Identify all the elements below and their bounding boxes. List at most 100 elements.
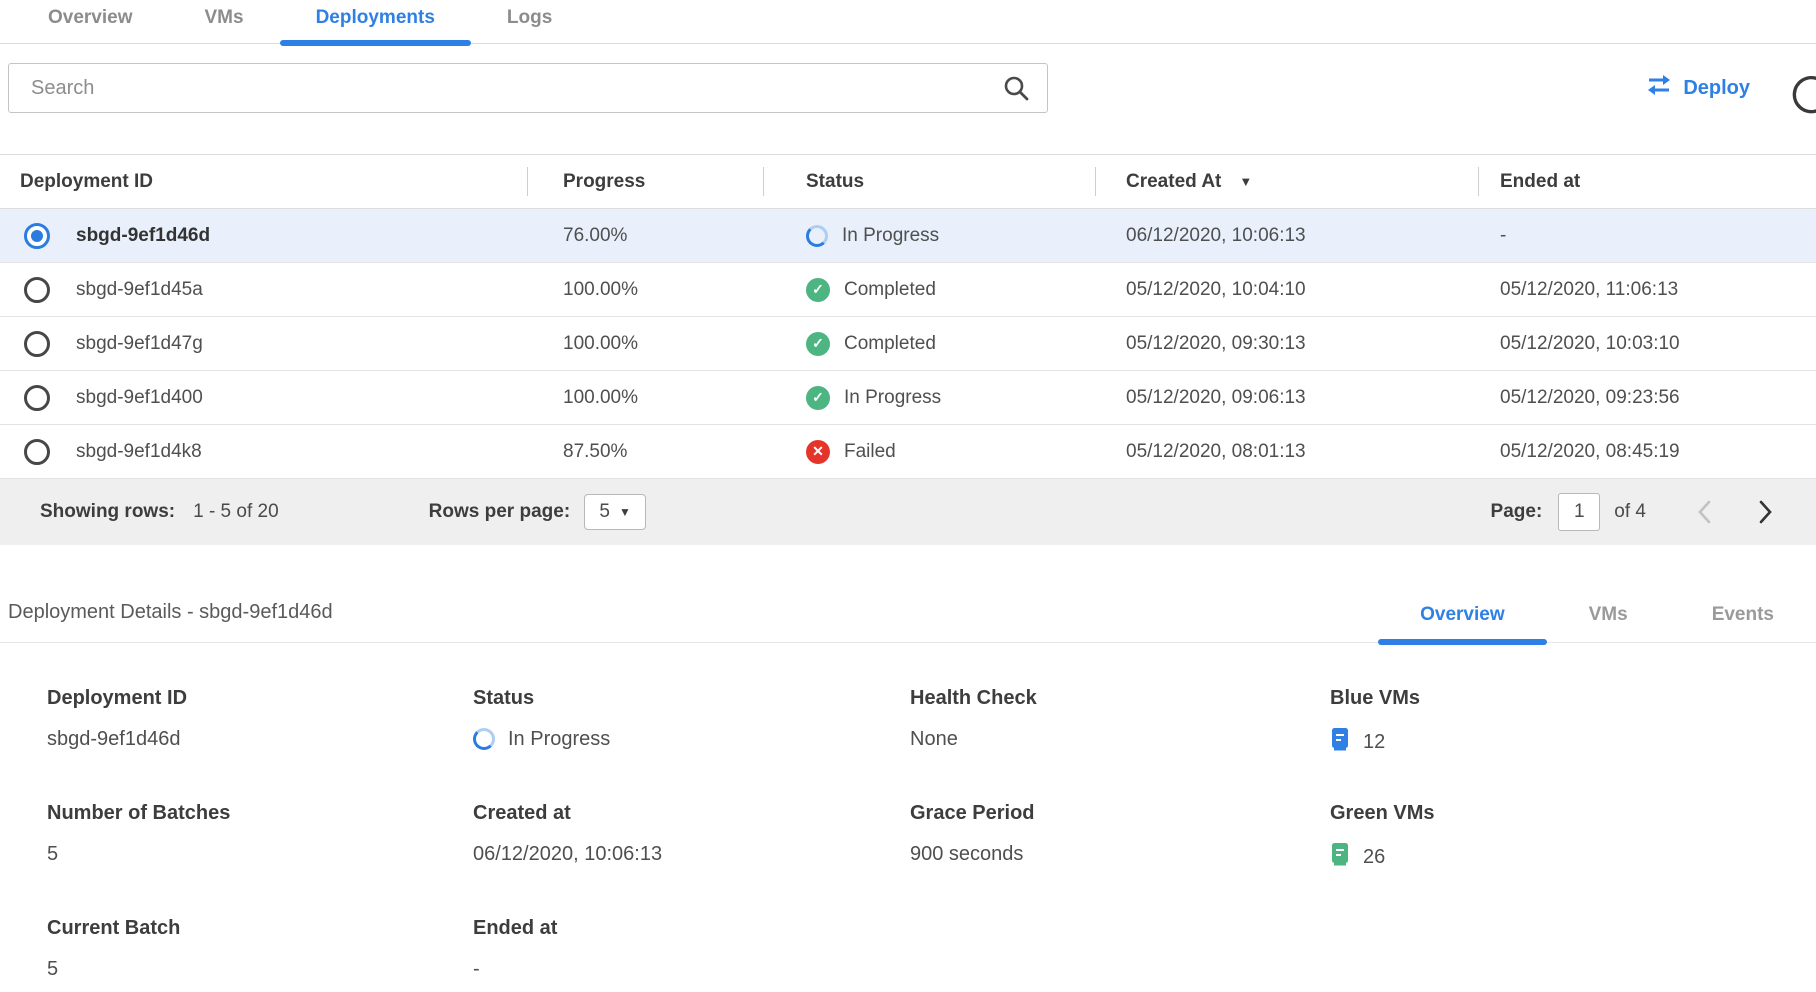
field-value: 26 — [1363, 846, 1385, 869]
progress-cell: 100.00% — [527, 279, 763, 301]
field-label: Current Batch — [47, 917, 473, 940]
next-page-icon[interactable] — [1746, 492, 1786, 532]
field-status: Status In Progress — [473, 687, 910, 758]
col-ended-at[interactable]: Ended at — [1500, 171, 1580, 193]
blue-vm-icon — [1330, 726, 1350, 758]
field-blue-vms: Blue VMs 12 — [1330, 687, 1816, 758]
page-number-input[interactable] — [1558, 493, 1600, 531]
field-value: 12 — [1363, 731, 1385, 754]
row-radio[interactable] — [24, 439, 50, 465]
progress-cell: 76.00% — [527, 225, 763, 247]
ended-at-cell: 05/12/2020, 08:45:19 — [1478, 441, 1816, 463]
row-radio[interactable] — [24, 331, 50, 357]
deploy-button[interactable]: Deploy — [1645, 74, 1750, 102]
field-created-at: Created at 06/12/2020, 10:06:13 — [473, 802, 910, 873]
field-health-check: Health Check None — [910, 687, 1330, 758]
details-grid: Deployment ID sbgd-9ef1d46d Status In Pr… — [47, 687, 1816, 982]
table-row[interactable]: sbgd-9ef1d400 100.00% ✓In Progress 05/12… — [0, 371, 1816, 425]
status-cell: Failed — [844, 441, 896, 463]
table-footer: Showing rows: 1 - 5 of 20 Rows per page:… — [0, 479, 1816, 545]
progress-cell: 100.00% — [527, 333, 763, 355]
status-cell: Completed — [844, 279, 936, 301]
table-header-row: Deployment ID Progress Status Created At… — [0, 155, 1816, 209]
details-header: Deployment Details - sbgd-9ef1d46d Overv… — [0, 601, 1816, 643]
field-value: 06/12/2020, 10:06:13 — [473, 841, 910, 867]
in-progress-spinner-icon — [473, 728, 495, 750]
field-value: 5 — [47, 956, 473, 982]
col-deployment-id[interactable]: Deployment ID — [20, 171, 153, 193]
rows-per-page-select[interactable]: 5 ▼ — [584, 494, 646, 530]
tab-logs[interactable]: Logs — [471, 0, 588, 43]
field-value: 900 seconds — [910, 841, 1330, 867]
completed-check-icon: ✓ — [806, 278, 830, 302]
toolbar: Deploy — [8, 62, 1816, 114]
ended-at-cell: 05/12/2020, 09:23:56 — [1478, 387, 1816, 409]
field-label: Grace Period — [910, 802, 1330, 825]
sort-desc-icon[interactable]: ▼ — [1239, 174, 1252, 189]
field-label: Deployment ID — [47, 687, 473, 710]
deployment-id-cell: sbgd-9ef1d46d — [76, 225, 210, 247]
refresh-icon[interactable] — [1788, 72, 1816, 121]
field-label: Health Check — [910, 687, 1330, 710]
page-of-label: of 4 — [1614, 501, 1646, 523]
field-label: Green VMs — [1330, 802, 1816, 825]
field-value: sbgd-9ef1d46d — [47, 726, 473, 752]
field-green-vms: Green VMs 26 — [1330, 802, 1816, 873]
failed-x-icon: ✕ — [806, 440, 830, 464]
tab-overview[interactable]: Overview — [12, 0, 169, 43]
col-progress[interactable]: Progress — [563, 171, 645, 193]
field-value: In Progress — [508, 728, 610, 751]
field-value: None — [910, 726, 1330, 752]
progress-cell: 87.50% — [527, 441, 763, 463]
field-value: 5 — [47, 841, 473, 867]
created-at-cell: 06/12/2020, 10:06:13 — [1095, 225, 1478, 247]
deployment-id-cell: sbgd-9ef1d45a — [76, 279, 203, 301]
field-current-batch: Current Batch 5 — [47, 917, 473, 982]
tab-vms[interactable]: VMs — [169, 0, 280, 43]
row-radio[interactable] — [24, 277, 50, 303]
table-row[interactable]: sbgd-9ef1d46d 76.00% In Progress 06/12/2… — [0, 209, 1816, 263]
rows-per-page-value: 5 — [599, 501, 610, 523]
previous-page-icon[interactable] — [1684, 492, 1724, 532]
details-tab-events[interactable]: Events — [1670, 604, 1816, 642]
progress-cell: 100.00% — [527, 387, 763, 409]
search-box — [8, 63, 1048, 113]
top-tab-bar: Overview VMs Deployments Logs — [0, 0, 1816, 44]
created-at-cell: 05/12/2020, 09:06:13 — [1095, 387, 1478, 409]
showing-rows-label: Showing rows: — [40, 501, 175, 523]
field-ended-at: Ended at - — [473, 917, 910, 982]
field-label: Ended at — [473, 917, 910, 940]
search-input[interactable] — [8, 63, 1048, 113]
field-label: Blue VMs — [1330, 687, 1816, 710]
page-label: Page: — [1491, 501, 1543, 523]
ended-at-cell: 05/12/2020, 11:06:13 — [1478, 279, 1816, 301]
in-progress-spinner-icon — [806, 225, 828, 247]
chevron-down-icon: ▼ — [619, 505, 631, 519]
deployment-id-cell: sbgd-9ef1d4k8 — [76, 441, 202, 463]
completed-check-icon: ✓ — [806, 332, 830, 356]
search-icon — [1002, 74, 1030, 107]
tab-deployments[interactable]: Deployments — [280, 0, 471, 43]
deployments-table: Deployment ID Progress Status Created At… — [0, 154, 1816, 545]
field-grace-period: Grace Period 900 seconds — [910, 802, 1330, 873]
created-at-cell: 05/12/2020, 09:30:13 — [1095, 333, 1478, 355]
field-label: Created at — [473, 802, 910, 825]
ended-at-cell: - — [1478, 225, 1816, 247]
table-row[interactable]: sbgd-9ef1d47g 100.00% ✓Completed 05/12/2… — [0, 317, 1816, 371]
deploy-button-label: Deploy — [1683, 77, 1750, 100]
col-status[interactable]: Status — [806, 171, 864, 193]
col-created-at[interactable]: Created At — [1126, 171, 1221, 193]
swap-arrows-icon — [1645, 74, 1673, 102]
ended-at-cell: 05/12/2020, 10:03:10 — [1478, 333, 1816, 355]
details-tab-overview[interactable]: Overview — [1378, 604, 1547, 642]
green-vm-icon — [1330, 841, 1350, 873]
field-number-of-batches: Number of Batches 5 — [47, 802, 473, 873]
row-radio-selected[interactable] — [24, 223, 50, 249]
table-row[interactable]: sbgd-9ef1d45a 100.00% ✓ Completed 05/12/2… — [0, 263, 1816, 317]
row-radio[interactable] — [24, 385, 50, 411]
showing-rows-value: 1 - 5 of 20 — [193, 501, 279, 523]
details-tab-vms[interactable]: VMs — [1547, 604, 1670, 642]
field-value: - — [473, 956, 910, 982]
table-row[interactable]: sbgd-9ef1d4k8 87.50% ✕ Failed 05/12/2020,… — [0, 425, 1816, 479]
field-label: Number of Batches — [47, 802, 473, 825]
